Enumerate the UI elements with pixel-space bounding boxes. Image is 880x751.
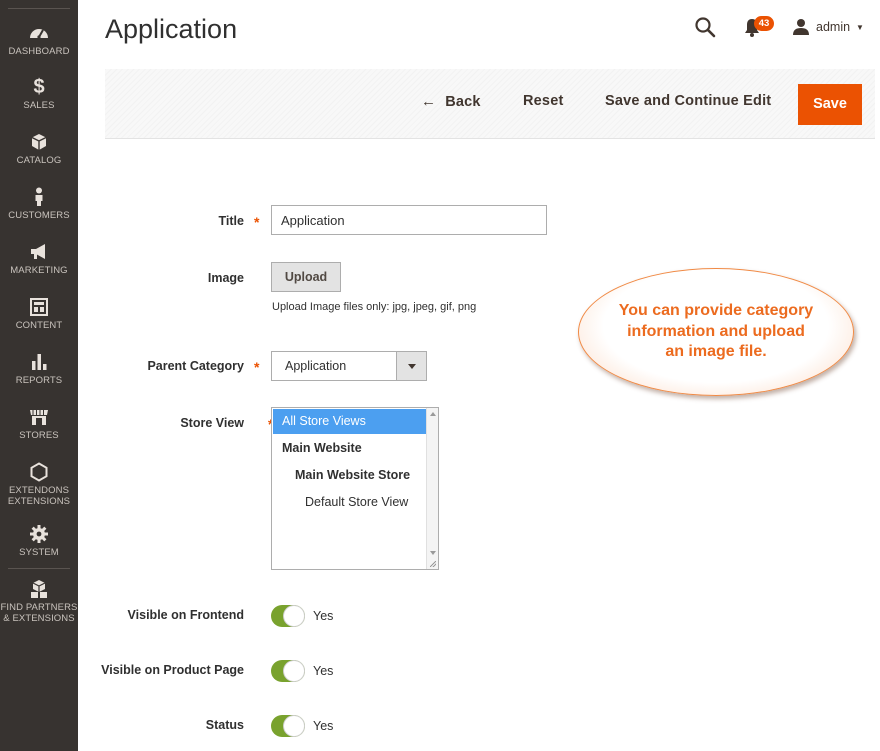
store-view-label: Store View bbox=[180, 416, 244, 430]
toggle-knob bbox=[284, 661, 304, 681]
visible-product-toggle[interactable] bbox=[271, 660, 305, 682]
user-menu[interactable]: admin ▼ bbox=[792, 17, 864, 37]
parent-category-value: Application bbox=[285, 359, 347, 373]
dollar-icon: $ bbox=[33, 76, 45, 98]
visible-product-value: Yes bbox=[313, 664, 334, 678]
toggle-knob bbox=[284, 716, 304, 736]
back-label: Back bbox=[445, 93, 481, 110]
search-icon[interactable] bbox=[694, 16, 716, 38]
save-and-continue-button[interactable]: Save and Continue Edit bbox=[605, 93, 771, 109]
sidebar-divider bbox=[8, 568, 70, 569]
nav-item-catalog[interactable]: CATALOG bbox=[0, 131, 78, 166]
visible-frontend-value: Yes bbox=[313, 609, 334, 623]
nav-item-marketing[interactable]: MARKETING bbox=[0, 241, 78, 276]
cube-icon bbox=[31, 134, 47, 150]
nav-item-content[interactable]: CONTENT bbox=[0, 296, 78, 331]
toggle-knob bbox=[284, 606, 304, 626]
scrollbar[interactable] bbox=[426, 408, 438, 569]
arrow-left-icon: ← bbox=[421, 93, 437, 110]
title-label: Title bbox=[218, 214, 244, 228]
nav-item-sales[interactable]: $ SALES bbox=[0, 76, 78, 111]
callout-text: You can provide category information and… bbox=[618, 302, 814, 361]
nav-label: FIND PARTNERS bbox=[0, 602, 78, 613]
page-actions-bar: ← Back Reset Save and Continue Edit Save bbox=[105, 69, 875, 139]
boxes-icon bbox=[31, 580, 47, 598]
visible-product-label: Visible on Product Page bbox=[101, 663, 244, 677]
user-name: admin bbox=[816, 20, 851, 34]
person-icon bbox=[35, 187, 43, 206]
nav-label: MARKETING bbox=[10, 265, 68, 276]
store-option-all[interactable]: All Store Views bbox=[273, 409, 426, 434]
resize-handle-icon[interactable] bbox=[430, 561, 436, 567]
nav-item-stores[interactable]: STORES bbox=[0, 406, 78, 441]
save-button[interactable]: Save bbox=[798, 84, 862, 125]
scroll-up-icon bbox=[430, 412, 436, 416]
image-label: Image bbox=[207, 271, 244, 285]
store-view-multiselect[interactable]: All Store Views Main Website Main Websit… bbox=[271, 407, 439, 570]
dashboard-icon bbox=[30, 29, 48, 39]
upload-button[interactable]: Upload bbox=[271, 262, 341, 292]
nav-label: CATALOG bbox=[16, 155, 62, 166]
required-marker: * bbox=[254, 359, 260, 375]
nav-label: REPORTS bbox=[15, 375, 63, 386]
nav-label: SYSTEM bbox=[19, 547, 59, 558]
nav-label: CUSTOMERS bbox=[8, 210, 70, 221]
notification-badge: 43 bbox=[754, 16, 774, 31]
status-value: Yes bbox=[313, 719, 334, 733]
upload-note: Upload Image files only: jpg, jpeg, gif,… bbox=[272, 301, 477, 313]
gear-icon bbox=[30, 525, 48, 543]
store-option-default-view[interactable]: Default Store View bbox=[273, 490, 426, 515]
reset-button[interactable]: Reset bbox=[523, 93, 564, 109]
status-toggle[interactable] bbox=[271, 715, 305, 737]
nav-item-system[interactable]: SYSTEM bbox=[0, 523, 78, 558]
nav-label-line2: & EXTENSIONS bbox=[3, 613, 75, 624]
nav-label: STORES bbox=[19, 430, 59, 441]
required-marker: * bbox=[254, 214, 260, 230]
nav-label: DASHBOARD bbox=[8, 46, 70, 57]
visible-frontend-label: Visible on Frontend bbox=[127, 608, 244, 622]
user-icon bbox=[793, 19, 809, 35]
title-input[interactable] bbox=[271, 205, 547, 235]
sidebar-divider bbox=[8, 8, 70, 9]
nav-label-line2: EXTENSIONS bbox=[7, 496, 71, 507]
nav-label: SALES bbox=[23, 100, 55, 111]
nav-label: EXTENDONS bbox=[8, 485, 70, 496]
parent-category-label: Parent Category bbox=[147, 359, 244, 373]
admin-sidebar: DASHBOARD $ SALES CATALOG CUSTOMERS MARK… bbox=[0, 0, 78, 751]
store-option-main-website-store[interactable]: Main Website Store bbox=[273, 463, 426, 488]
nav-item-reports[interactable]: REPORTS bbox=[0, 351, 78, 386]
content-icon bbox=[30, 298, 48, 316]
nav-item-customers[interactable]: CUSTOMERS bbox=[0, 186, 78, 221]
nav-item-dashboard[interactable]: DASHBOARD bbox=[0, 22, 78, 57]
nav-label: CONTENT bbox=[15, 320, 63, 331]
megaphone-icon bbox=[31, 244, 45, 259]
chevron-down-icon: ▼ bbox=[856, 22, 864, 32]
status-label: Status bbox=[205, 718, 244, 732]
nav-item-extendons[interactable]: EXTENDONS EXTENSIONS bbox=[0, 461, 78, 507]
annotation-callout: You can provide category information and… bbox=[578, 268, 854, 396]
parent-category-select[interactable]: Application bbox=[271, 351, 427, 381]
bar-chart-icon bbox=[32, 354, 47, 370]
nav-item-find-partners[interactable]: FIND PARTNERS & EXTENSIONS bbox=[0, 578, 78, 624]
chevron-down-icon bbox=[396, 352, 426, 380]
store-icon bbox=[30, 410, 48, 425]
scroll-down-icon bbox=[430, 551, 436, 555]
visible-frontend-toggle[interactable] bbox=[271, 605, 305, 627]
back-button[interactable]: ← Back bbox=[421, 93, 481, 110]
hexagon-icon bbox=[30, 462, 48, 482]
page-title: Application bbox=[105, 14, 238, 44]
store-option-main-website[interactable]: Main Website bbox=[273, 436, 426, 461]
